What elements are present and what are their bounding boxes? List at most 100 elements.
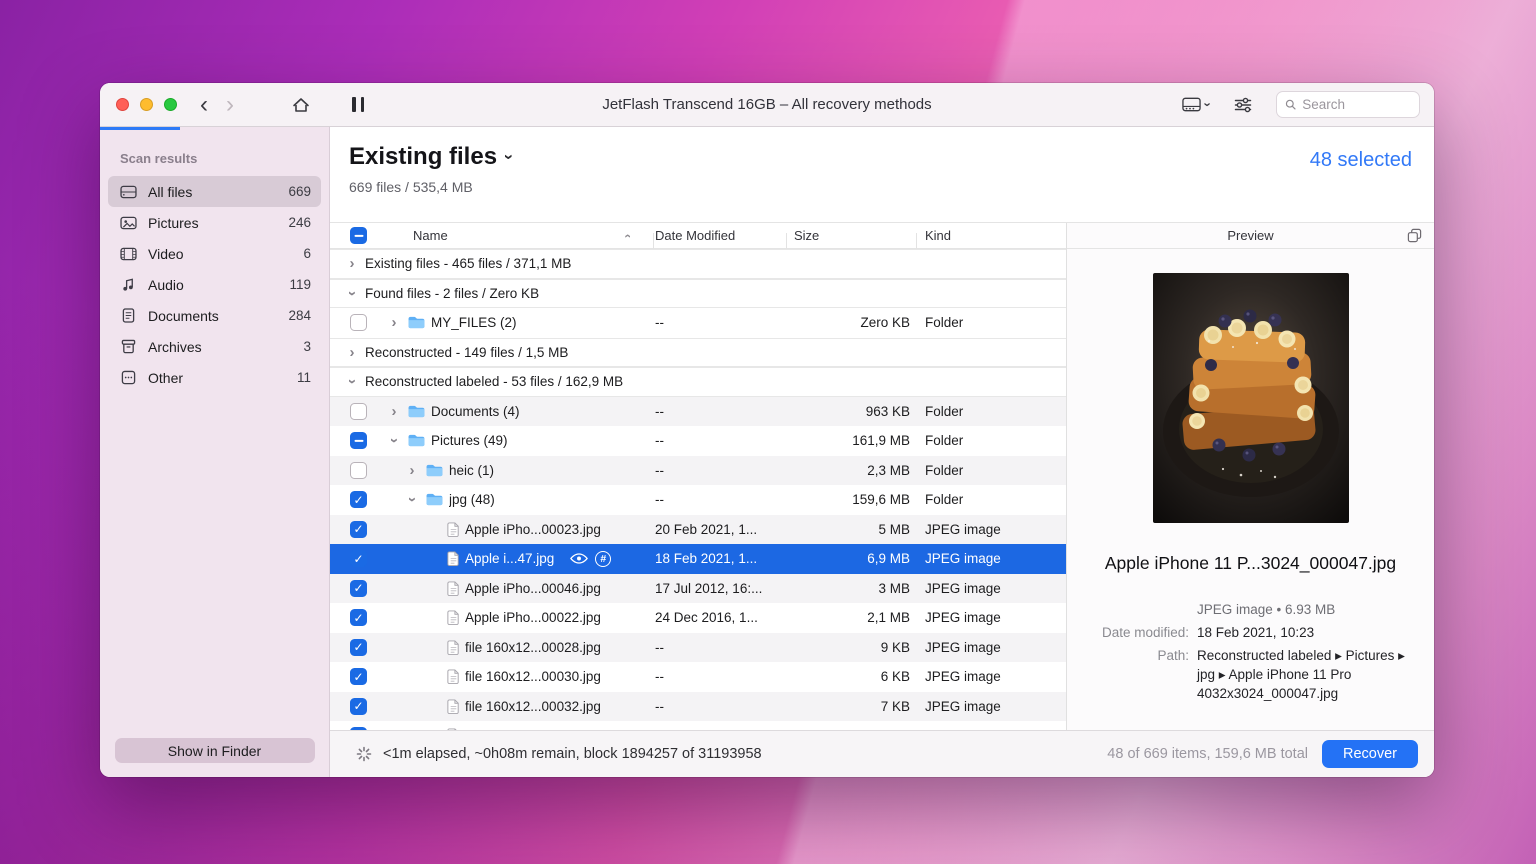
row-checkbox[interactable] [350, 520, 367, 538]
row-checkbox[interactable] [350, 609, 367, 627]
row-size: 5 MB [878, 521, 910, 537]
folder-icon [407, 433, 426, 448]
row-kind: Folder [925, 462, 964, 478]
row-size: Zero KB [860, 315, 910, 331]
row-checkbox[interactable] [350, 491, 367, 509]
row-name: file 160x12...00030.jpg [465, 669, 601, 685]
sidebar-item-count: 11 [296, 370, 311, 385]
disclosure-chevron[interactable] [386, 433, 402, 448]
file-row[interactable]: file 160x12...00032.jpg -- 7 KB JPEG ima… [330, 691, 1066, 721]
home-button[interactable] [292, 97, 310, 113]
row-name: Existing files - 465 files / 371,1 MB [365, 256, 572, 272]
row-checkbox[interactable] [350, 461, 367, 479]
row-checkbox[interactable] [350, 638, 367, 656]
sidebar-item-label: Other [148, 369, 184, 386]
recover-button[interactable]: Recover [1322, 740, 1418, 768]
navigation-buttons: ‹ › [200, 92, 234, 117]
disclosure-chevron[interactable] [344, 345, 360, 360]
row-checkbox[interactable] [350, 432, 367, 450]
window-controls [116, 98, 177, 111]
row-checkbox[interactable] [350, 579, 367, 597]
file-icon [447, 699, 460, 714]
scope-dropdown-button[interactable] [506, 147, 512, 167]
filter-sliders-icon [1234, 97, 1252, 112]
disclosure-chevron[interactable] [386, 315, 402, 330]
group-row[interactable]: Reconstructed - 149 files / 1,5 MB [330, 337, 1066, 367]
pause-scan-button[interactable] [352, 97, 364, 112]
file-row[interactable]: file 160x12...00039.jpg -- 10 KB JPEG im… [330, 721, 1066, 730]
disclosure-chevron[interactable] [404, 492, 420, 507]
sidebar-item-other[interactable]: Other 11 [108, 362, 321, 393]
row-checkbox[interactable] [350, 697, 367, 715]
pictures-icon [118, 216, 138, 230]
column-header-date[interactable]: Date Modified [653, 228, 786, 249]
preview-eye-icon[interactable] [570, 553, 589, 564]
file-icon [447, 551, 460, 567]
row-date: 18 Feb 2021, 1... [655, 551, 758, 567]
close-button[interactable] [116, 98, 129, 111]
disclosure-chevron[interactable] [344, 256, 360, 271]
disclosure-chevron[interactable] [344, 286, 360, 301]
sidebar-item-video[interactable]: Video 6 [108, 238, 321, 269]
show-in-finder-button[interactable]: Show in Finder [114, 738, 315, 763]
disclosure-chevron[interactable] [404, 463, 420, 478]
file-row[interactable]: file 160x12...00030.jpg -- 6 KB JPEG ima… [330, 662, 1066, 692]
row-name: file 160x12...00028.jpg [465, 639, 601, 655]
sidebar-item-archives[interactable]: Archives 3 [108, 331, 321, 362]
sidebar-item-count: 284 [288, 308, 311, 323]
column-header-name[interactable]: Name [378, 228, 653, 243]
row-checkbox[interactable] [350, 402, 367, 420]
sidebar-item-count: 3 [303, 339, 311, 354]
row-checkbox[interactable] [350, 668, 367, 686]
zoom-button[interactable] [164, 98, 177, 111]
file-row[interactable]: Apple iPho...00023.jpg 20 Feb 2021, 1...… [330, 514, 1066, 544]
row-name: Apple iPho...00023.jpg [465, 521, 601, 537]
sidebar-item-count: 669 [288, 184, 311, 199]
search-field[interactable] [1276, 91, 1420, 118]
sidebar-item-pictures[interactable]: Pictures 246 [108, 207, 321, 238]
view-options-button[interactable] [1181, 96, 1210, 114]
row-checkbox[interactable] [350, 314, 367, 332]
folder-row[interactable]: Pictures (49) -- 161,9 MB Folder [330, 426, 1066, 456]
sidebar-item-count: 246 [288, 215, 311, 230]
sidebar-item-documents[interactable]: Documents 284 [108, 300, 321, 331]
group-row[interactable]: Found files - 2 files / Zero KB [330, 278, 1066, 308]
row-checkbox[interactable] [350, 550, 367, 568]
titlebar[interactable]: ‹ › JetFlash Transcend 16GB – All recove… [100, 83, 1434, 127]
row-date: -- [655, 639, 664, 655]
file-row[interactable]: file 160x12...00028.jpg -- 9 KB JPEG ima… [330, 632, 1066, 662]
folder-row[interactable]: MY_FILES (2) -- Zero KB Folder [330, 308, 1066, 338]
folder-row[interactable]: heic (1) -- 2,3 MB Folder [330, 455, 1066, 485]
file-row[interactable]: Apple i...47.jpg 18 Feb 2021, 1... 6,9 M… [330, 544, 1066, 574]
copy-icon[interactable] [1407, 228, 1422, 243]
group-row[interactable]: Existing files - 465 files / 371,1 MB [330, 249, 1066, 279]
search-input[interactable] [1302, 97, 1411, 112]
folder-row[interactable]: Documents (4) -- 963 KB Folder [330, 396, 1066, 426]
disclosure-chevron[interactable] [386, 404, 402, 419]
row-kind: Folder [925, 315, 964, 331]
row-name: Apple iPho...00046.jpg [465, 580, 601, 596]
sidebar-item-all-files[interactable]: All files 669 [108, 176, 321, 207]
minimize-button[interactable] [140, 98, 153, 111]
row-checkbox[interactable] [350, 727, 367, 730]
file-row[interactable]: Apple iPho...00046.jpg 17 Jul 2012, 16:.… [330, 573, 1066, 603]
forward-button[interactable]: › [226, 92, 234, 117]
row-date: -- [655, 492, 664, 508]
audio-icon [118, 277, 138, 292]
sort-indicator-icon [625, 228, 629, 243]
back-button[interactable]: ‹ [200, 92, 208, 117]
row-size: 2,3 MB [867, 462, 910, 478]
sidebar-item-audio[interactable]: Audio 119 [108, 269, 321, 300]
row-kind: JPEG image [925, 698, 1001, 714]
column-header-size[interactable]: Size [786, 228, 916, 249]
filter-button[interactable] [1234, 97, 1252, 113]
disclosure-chevron[interactable] [344, 374, 360, 389]
row-name: Apple iPho...00022.jpg [465, 610, 601, 626]
file-row[interactable]: Apple iPho...00022.jpg 24 Dec 2016, 1...… [330, 603, 1066, 633]
row-kind: Folder [925, 492, 964, 508]
group-row[interactable]: Reconstructed labeled - 53 files / 162,9… [330, 367, 1066, 397]
folder-row[interactable]: jpg (48) -- 159,6 MB Folder [330, 485, 1066, 515]
select-all-checkbox[interactable] [350, 227, 367, 244]
sidebar-header: Scan results [120, 151, 198, 166]
column-header-kind[interactable]: Kind [916, 228, 1066, 249]
